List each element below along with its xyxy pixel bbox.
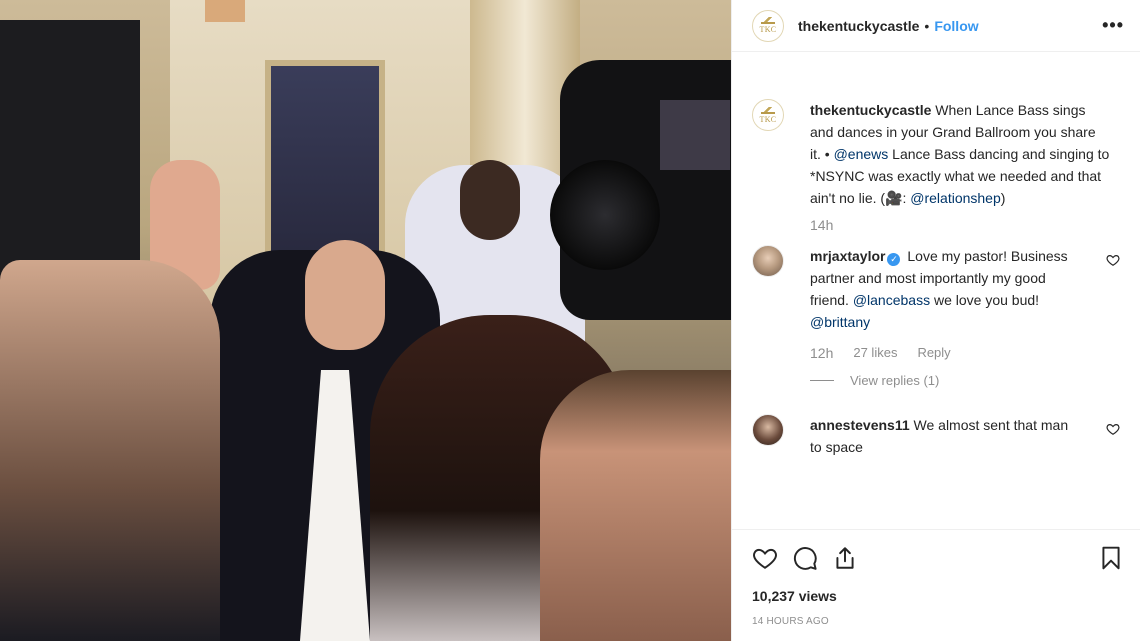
comment-text: mrjaxtaylor ✓ Love my pastor! Business pa… <box>810 245 1080 333</box>
author-username[interactable]: thekentuckycastle <box>798 18 919 34</box>
crown-icon <box>761 106 775 114</box>
comment-likes[interactable]: 27 likes <box>853 345 897 361</box>
comment-icon[interactable] <box>792 545 818 571</box>
author-avatar[interactable]: TKC <box>752 9 784 42</box>
more-options-icon[interactable]: ••• <box>1102 15 1124 36</box>
comment-body: we love you bud! <box>930 292 1040 308</box>
comment-item: mrjaxtaylor ✓ Love my pastor! Business pa… <box>752 245 1124 333</box>
comment-meta: 12h 27 likes Reply <box>810 345 1124 361</box>
view-count[interactable]: 10,237 views <box>752 588 1124 604</box>
action-icons <box>752 542 1124 574</box>
commenter-avatar[interactable] <box>752 245 784 277</box>
foreground-guest-man <box>540 370 731 641</box>
comment-text: annestevens11 We almost sent that man to… <box>810 414 1080 458</box>
comment-item: annestevens11 We almost sent that man to… <box>752 414 1124 458</box>
share-icon[interactable] <box>832 545 858 571</box>
caption-body: ) <box>1000 190 1006 206</box>
post-date[interactable]: 14 HOURS AGO <box>752 616 1124 627</box>
mention-link[interactable]: @enews <box>834 146 889 162</box>
heart-icon[interactable] <box>752 545 778 571</box>
commenter-username[interactable]: mrjaxtaylor <box>810 248 885 264</box>
view-replies-button[interactable]: View replies (1) <box>810 373 1124 388</box>
mention-link[interactable]: @brittany <box>810 314 870 330</box>
mention-link[interactable]: @lancebass <box>853 292 930 308</box>
exit-sign <box>205 0 245 22</box>
comment-like-heart-icon[interactable] <box>1106 422 1120 436</box>
replies-divider <box>810 380 834 381</box>
post-details-panel: TKC thekentuckycastle • Follow ••• TKC t… <box>731 0 1140 641</box>
caption-timestamp[interactable]: 14h <box>810 217 1124 233</box>
phone-screen-foreground <box>0 20 140 280</box>
foreground-guest-left <box>0 260 220 641</box>
comment-like-heart-icon[interactable] <box>1106 253 1120 267</box>
video-camera <box>550 60 731 320</box>
verified-badge-icon: ✓ <box>887 253 901 266</box>
separator-dot: • <box>924 17 930 34</box>
commenter-avatar[interactable] <box>752 414 784 446</box>
caption-text: thekentuckycastle When Lance Bass sings … <box>810 99 1110 209</box>
post-caption: TKC thekentuckycastle When Lance Bass si… <box>752 53 1124 209</box>
caption-username[interactable]: thekentuckycastle <box>810 102 931 118</box>
view-replies-label: View replies (1) <box>850 373 940 388</box>
post-video[interactable] <box>0 0 731 641</box>
post-header: TKC thekentuckycastle • Follow ••• <box>732 0 1140 52</box>
commenter-username[interactable]: annestevens11 <box>810 417 910 433</box>
reply-button[interactable]: Reply <box>917 345 950 361</box>
comments-list[interactable]: TKC thekentuckycastle When Lance Bass si… <box>732 53 1140 529</box>
caption-avatar[interactable]: TKC <box>752 99 784 131</box>
follow-button[interactable]: Follow <box>934 18 978 34</box>
post-actions: 10,237 views 14 HOURS AGO <box>732 529 1140 641</box>
comment-timestamp[interactable]: 12h <box>810 345 833 361</box>
mention-link[interactable]: @relationshep <box>910 190 1001 206</box>
crown-icon <box>761 17 775 24</box>
bookmark-icon[interactable] <box>1098 545 1124 571</box>
